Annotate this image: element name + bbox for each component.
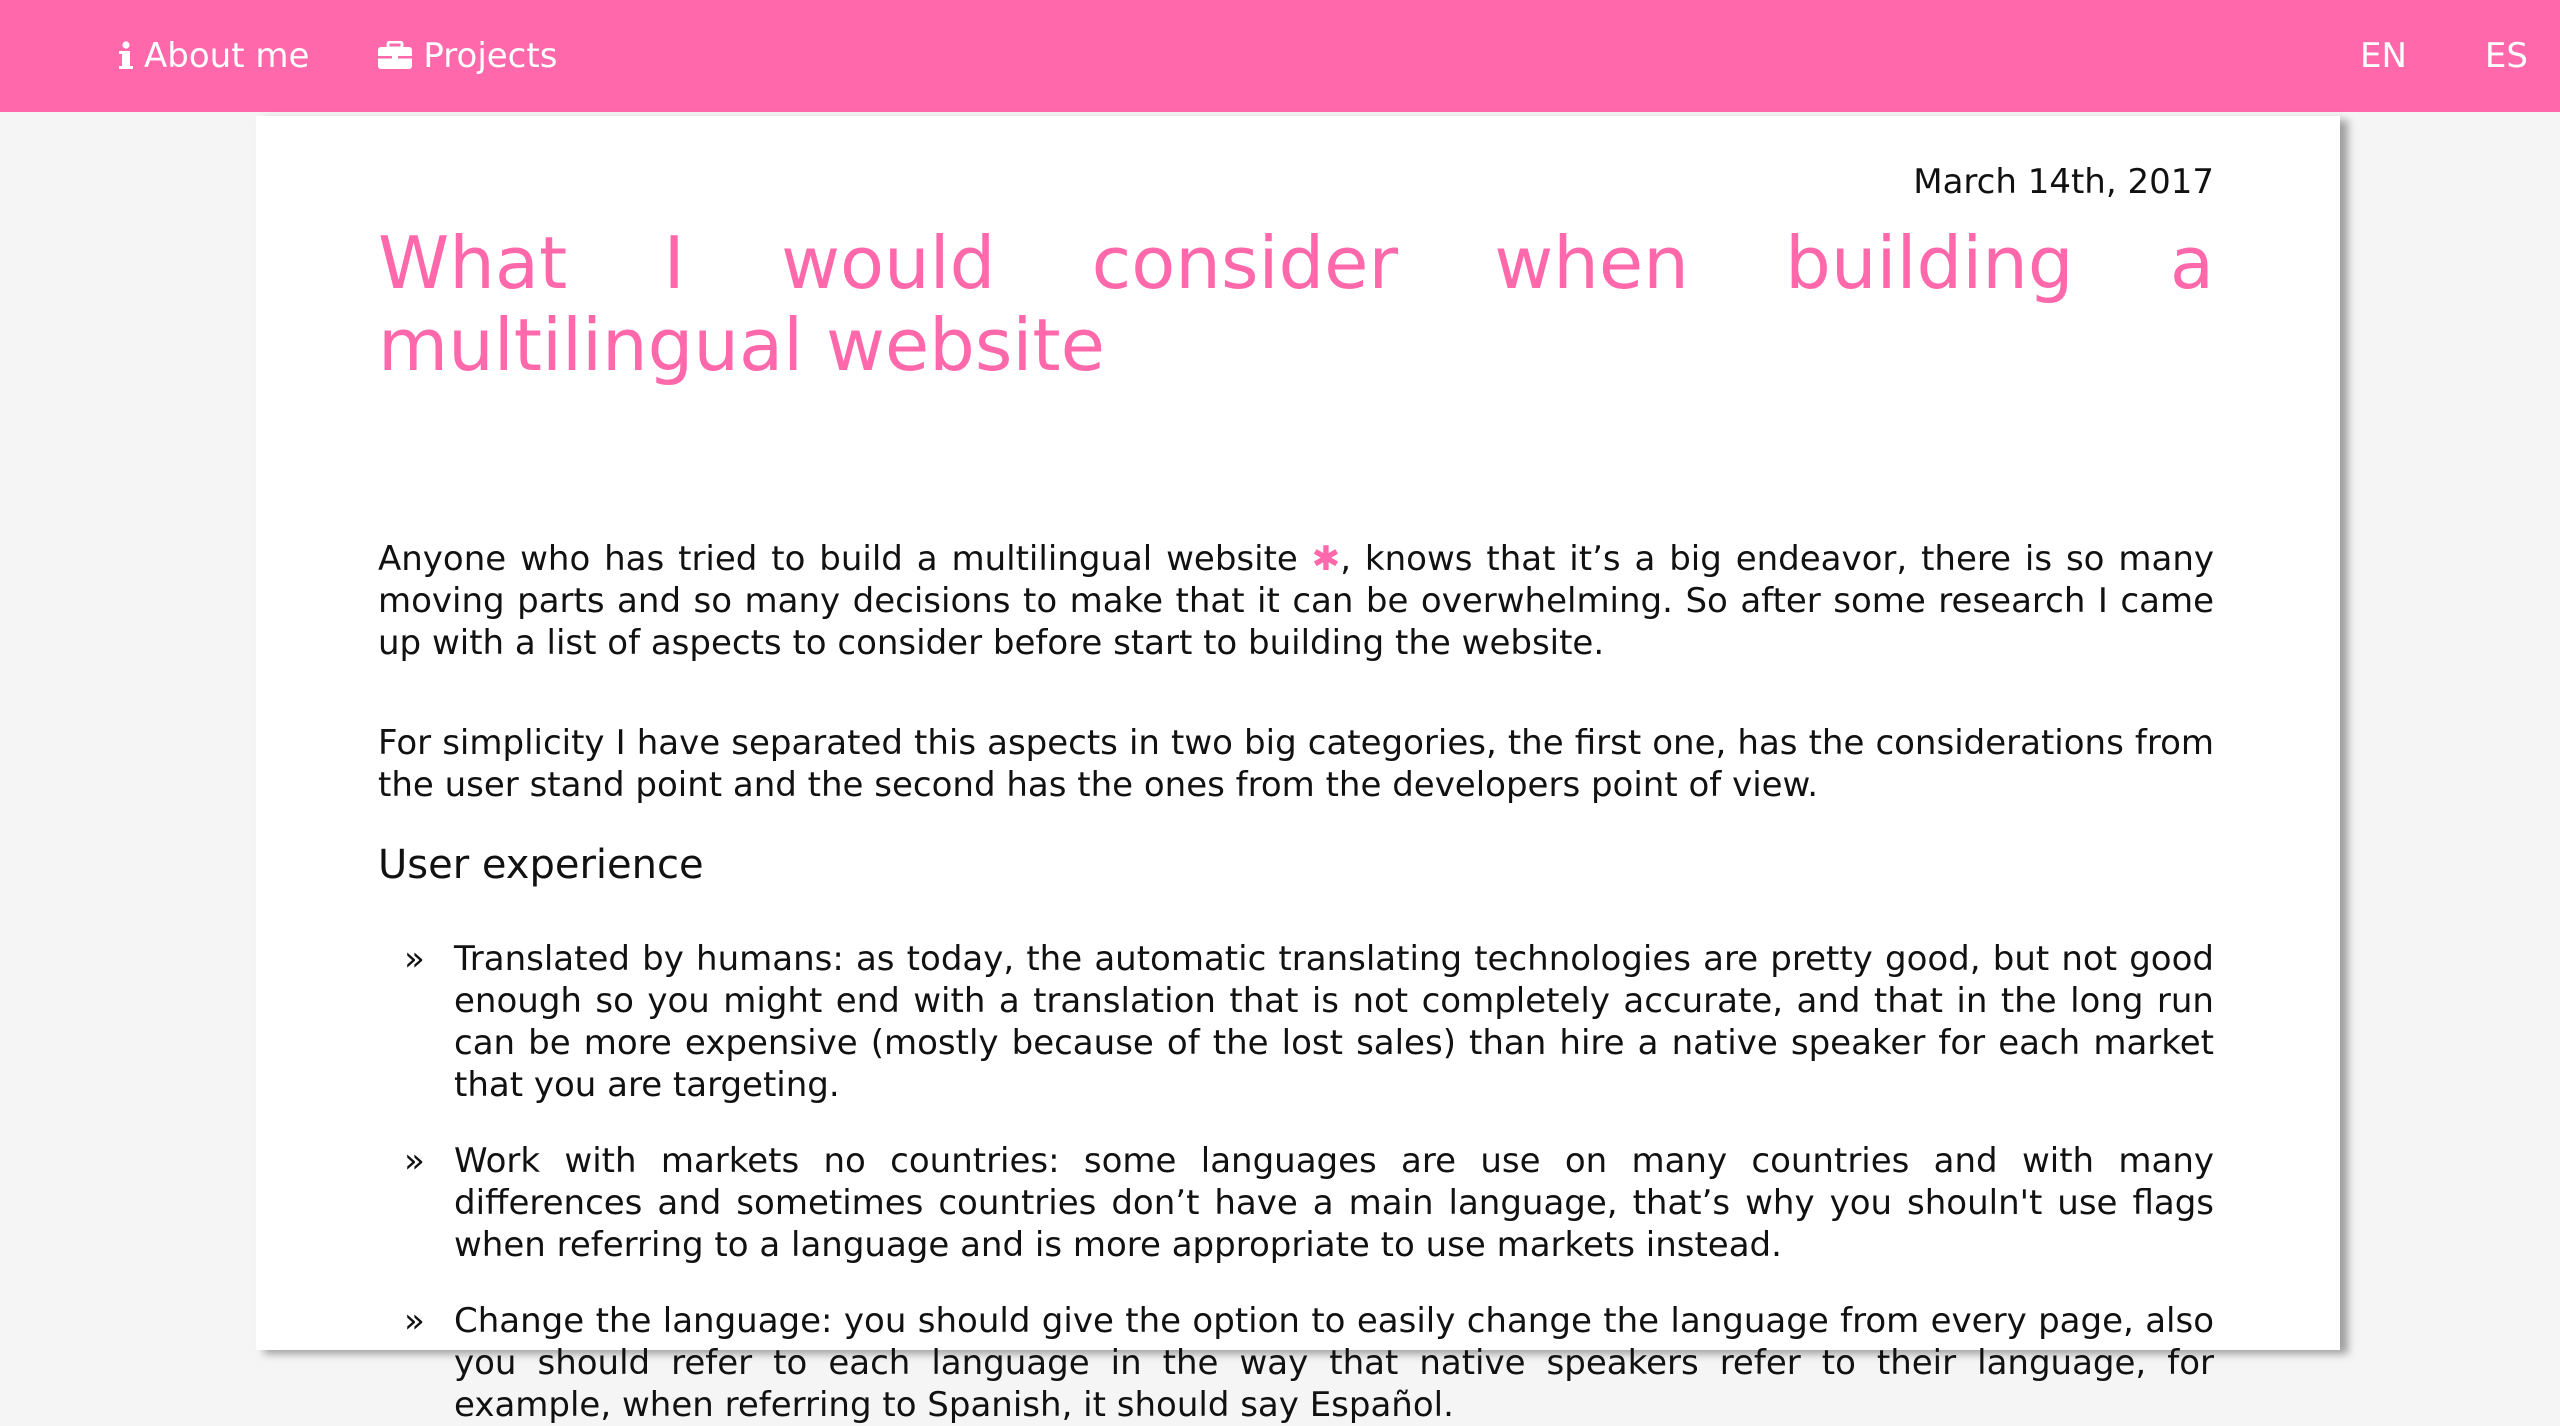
article-date: March 14th, 2017: [1913, 162, 2214, 202]
list-item-text: Translated by humans: as today, the auto…: [454, 939, 2214, 1105]
nav-projects-label: Projects: [423, 36, 558, 76]
intro-text-start: Anyone who has tried to build a multilin…: [378, 539, 1312, 579]
nav-about-me-link[interactable]: About me: [118, 36, 309, 76]
info-icon: [118, 41, 134, 71]
nav-about-me-label: About me: [144, 36, 310, 76]
article-title: What I would consider when building a mu…: [378, 221, 2214, 387]
list-item-text: Change the language: you should give the…: [454, 1301, 2214, 1425]
nav-projects-link[interactable]: Projects: [377, 36, 557, 76]
language-switcher: EN ES: [2360, 0, 2528, 112]
nav-left-group: About me Projects: [118, 0, 557, 112]
lang-en-link[interactable]: EN: [2360, 36, 2407, 76]
article-card: March 14th, 2017 What I would consider w…: [256, 116, 2340, 1425]
bullet-marker: »: [404, 939, 425, 979]
list-item-text: Work with markets no countries: some lan…: [454, 1141, 2214, 1265]
briefcase-icon: [377, 41, 413, 71]
categories-paragraph: For simplicity I have separated this asp…: [378, 723, 2214, 805]
footnote-asterisk-link[interactable]: ✱: [1312, 539, 1341, 579]
top-navbar: About me Projects EN ES: [0, 0, 2560, 112]
bullet-marker: »: [404, 1301, 425, 1341]
lang-es-link[interactable]: ES: [2485, 36, 2528, 76]
bullet-marker: »: [404, 1141, 425, 1181]
intro-paragraph: Anyone who has tried to build a multilin…: [378, 538, 2214, 664]
section-heading-user-experience: User experience: [378, 842, 704, 888]
